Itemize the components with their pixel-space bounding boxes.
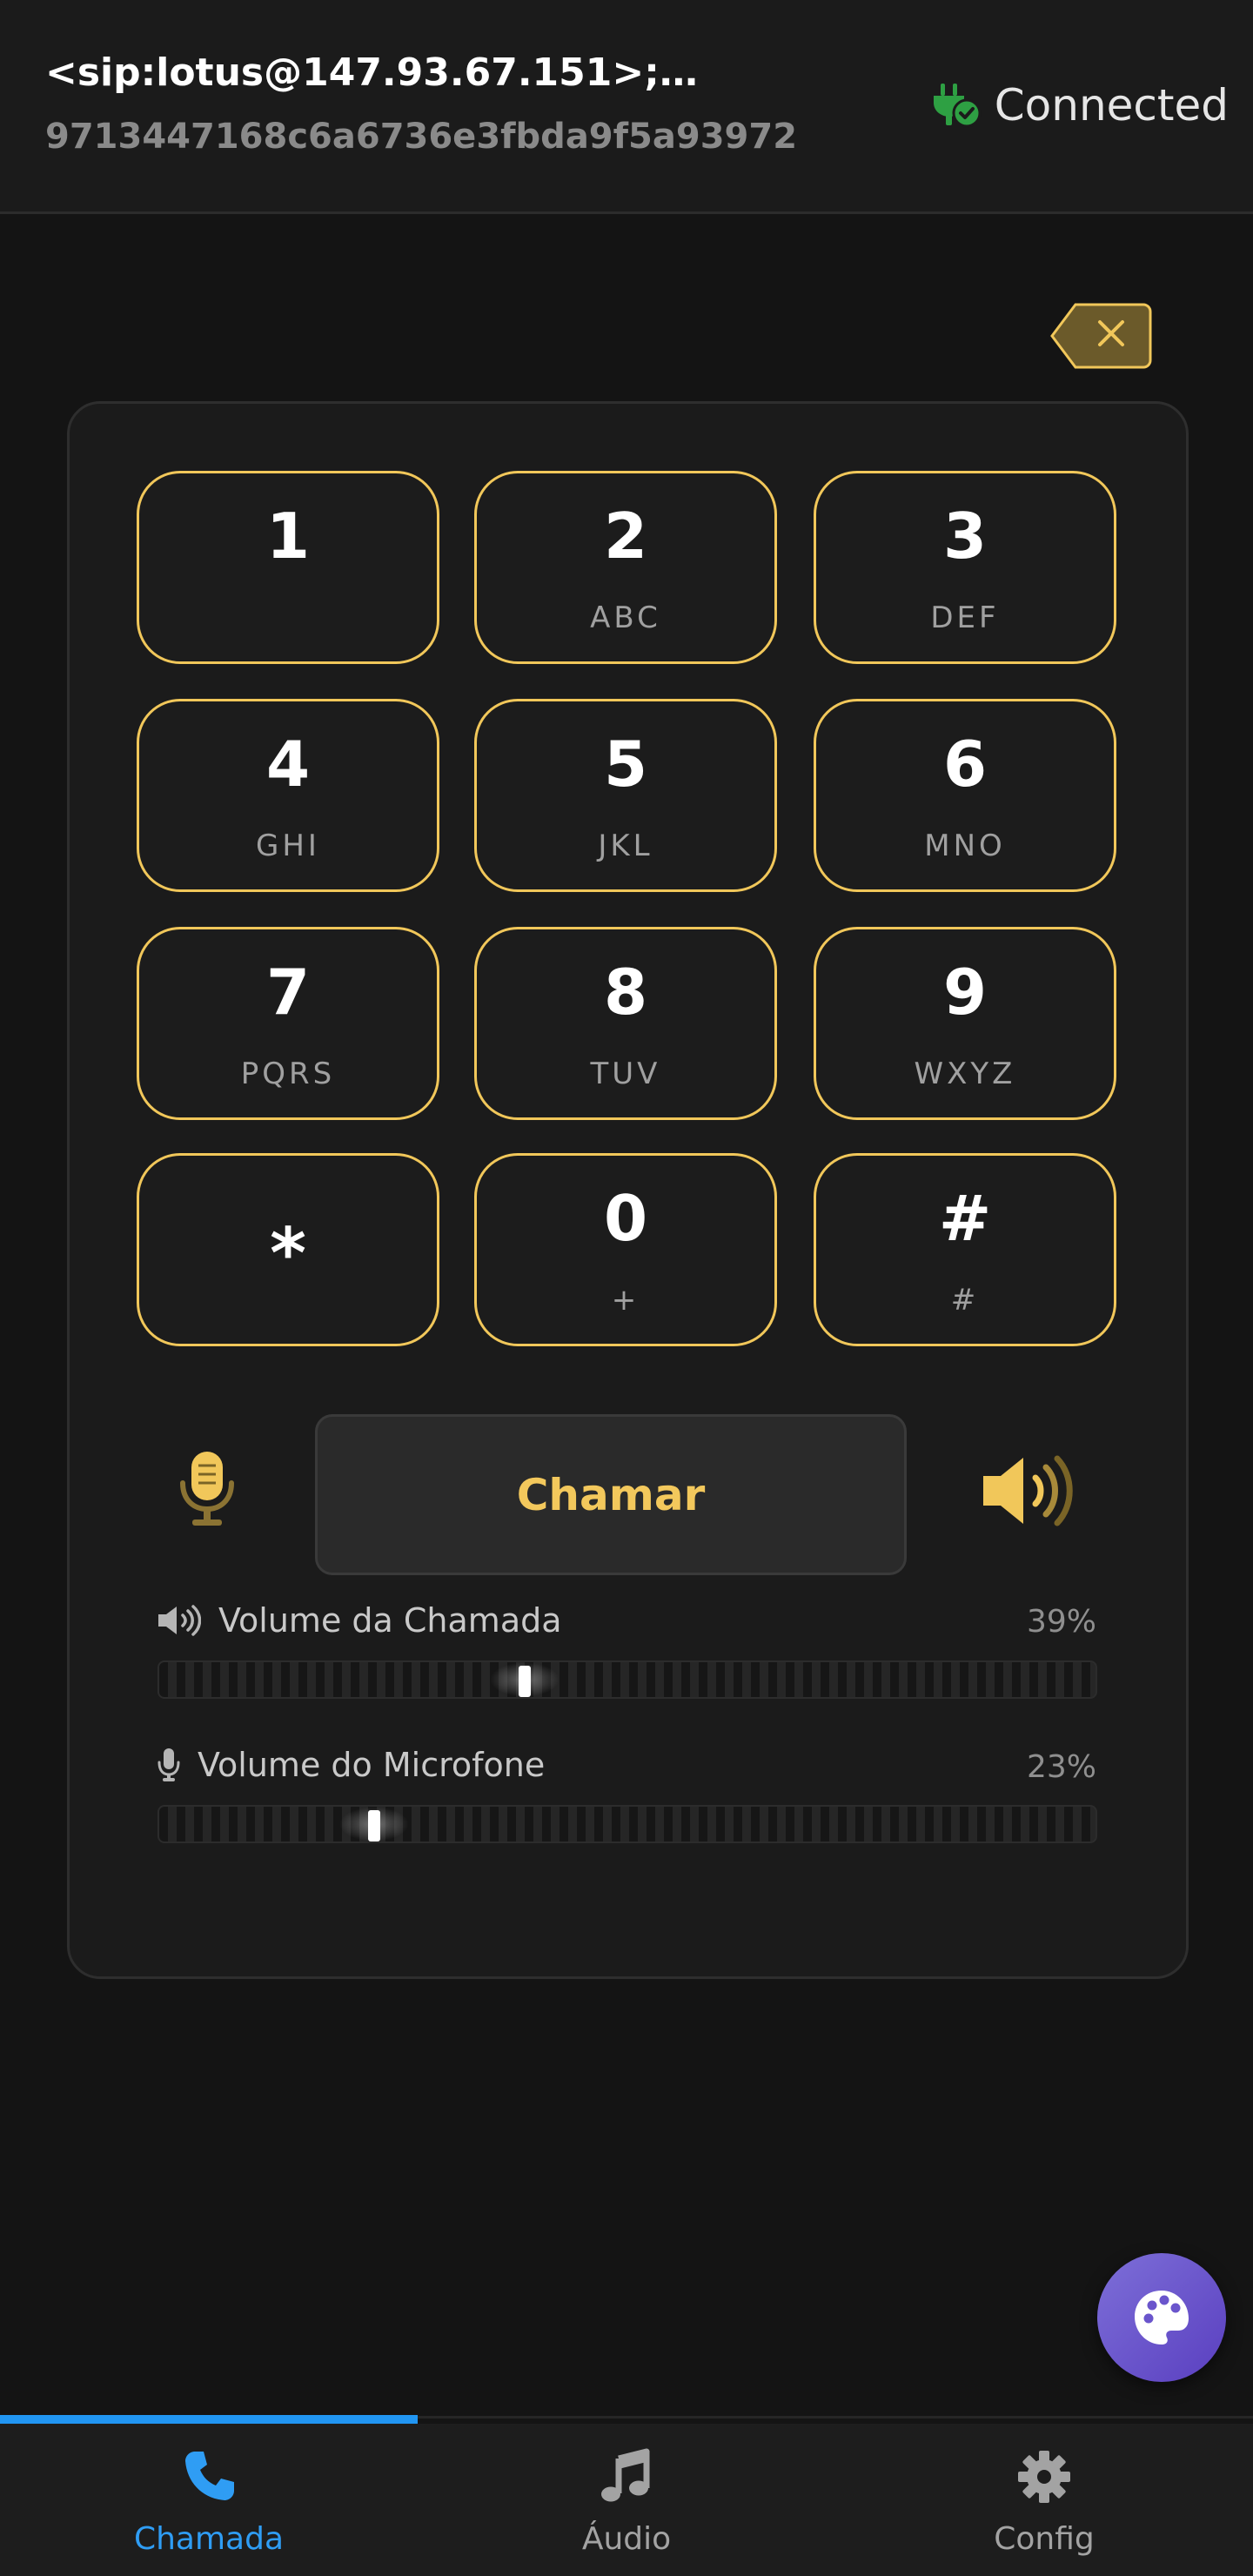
microphone-small-icon (157, 1748, 180, 1781)
call-volume-label: Volume da Chamada (218, 1601, 562, 1640)
key-digit: 5 (603, 728, 648, 801)
key-digit: 3 (942, 500, 988, 573)
key-digit: 4 (265, 728, 311, 801)
dialpad-key-2[interactable]: 2 ABC (474, 471, 777, 664)
key-digit: * (270, 1213, 306, 1294)
speaker-toggle-button[interactable] (982, 1455, 1074, 1526)
active-tab-indicator (0, 2415, 418, 2424)
sip-account-id: 9713447168c6a6736e3fbda9f5a93972 (45, 117, 798, 157)
mic-toggle-button[interactable] (177, 1450, 238, 1528)
call-volume-value: 39% (1026, 1604, 1096, 1640)
key-digit: 6 (942, 728, 988, 801)
call-button[interactable]: Chamar (315, 1414, 907, 1575)
dialpad-key-6[interactable]: 6 MNO (814, 699, 1116, 892)
key-letters: MNO (924, 828, 1006, 863)
mic-volume-label: Volume do Microfone (198, 1746, 546, 1784)
key-letters: DEF (930, 600, 1000, 635)
connection-status-label: Connected (994, 80, 1229, 131)
tab-chamada[interactable]: Chamada (0, 2424, 418, 2576)
dialpad-key-5[interactable]: 5 JKL (474, 699, 777, 892)
key-letters: ABC (590, 600, 661, 635)
dialpad-key-3[interactable]: 3 DEF (814, 471, 1116, 664)
backspace-button[interactable] (1049, 301, 1152, 371)
key-digit: 2 (603, 500, 648, 573)
key-digit: # (938, 1182, 992, 1255)
dialpad-key-0[interactable]: 0 + (474, 1153, 777, 1346)
phone-icon (185, 2452, 234, 2500)
connection-status: Connected (928, 80, 1229, 131)
key-letters: JKL (598, 828, 653, 863)
theme-palette-button[interactable] (1097, 2253, 1226, 2382)
header-bar: <sip:lotus@147.93.67.151>;… 9713447168c6… (0, 0, 1253, 214)
mic-volume-slider[interactable] (157, 1805, 1097, 1843)
tab-config-label: Config (994, 2521, 1095, 2557)
key-letters: GHI (256, 828, 320, 863)
palette-icon (1135, 2291, 1189, 2345)
dialpad-key-8[interactable]: 8 TUV (474, 927, 777, 1120)
tab-chamada-label: Chamada (133, 2521, 285, 2557)
call-volume-label-row: Volume da Chamada (157, 1601, 562, 1640)
call-volume-slider-thumb[interactable] (518, 1666, 531, 1697)
dialpad-key-7[interactable]: 7 PQRS (137, 927, 439, 1120)
dialpad-key-9[interactable]: 9 WXYZ (814, 927, 1116, 1120)
sip-uri: <sip:lotus@147.93.67.151>;… (45, 50, 698, 95)
speaker-icon (983, 1455, 1073, 1526)
volume-icon (158, 1605, 201, 1636)
key-digit: 0 (603, 1182, 648, 1255)
dialpad-key-4[interactable]: 4 GHI (137, 699, 439, 892)
key-digit: 1 (265, 500, 311, 573)
key-digit: 8 (603, 956, 648, 1029)
mic-volume-value: 23% (1026, 1749, 1096, 1785)
dialpad-key-star[interactable]: * (137, 1153, 439, 1346)
dialpad-key-1[interactable]: 1 (137, 471, 439, 664)
key-letters: TUV (590, 1057, 661, 1091)
backspace-icon (1050, 303, 1152, 369)
gear-icon (1018, 2451, 1070, 2503)
mic-volume-label-row: Volume do Microfone (157, 1746, 545, 1784)
bottom-navigation: Chamada Áudio Config (0, 2424, 1253, 2576)
key-letters: + (611, 1283, 640, 1318)
plug-connected-icon (933, 84, 982, 128)
key-letters: PQRS (240, 1057, 336, 1091)
call-volume-slider[interactable] (157, 1660, 1097, 1699)
key-letters: WXYZ (914, 1057, 1016, 1091)
key-digit: 9 (942, 956, 988, 1029)
tab-config[interactable]: Config (835, 2424, 1253, 2576)
tab-audio-label: Áudio (581, 2521, 672, 2557)
music-note-icon (601, 2448, 650, 2502)
tab-audio[interactable]: Áudio (418, 2424, 835, 2576)
key-digit: 7 (265, 956, 311, 1029)
microphone-icon (180, 1452, 234, 1526)
mic-volume-slider-thumb[interactable] (368, 1810, 381, 1841)
dialpad-key-hash[interactable]: # # (814, 1153, 1116, 1346)
key-letters: # (950, 1283, 980, 1318)
